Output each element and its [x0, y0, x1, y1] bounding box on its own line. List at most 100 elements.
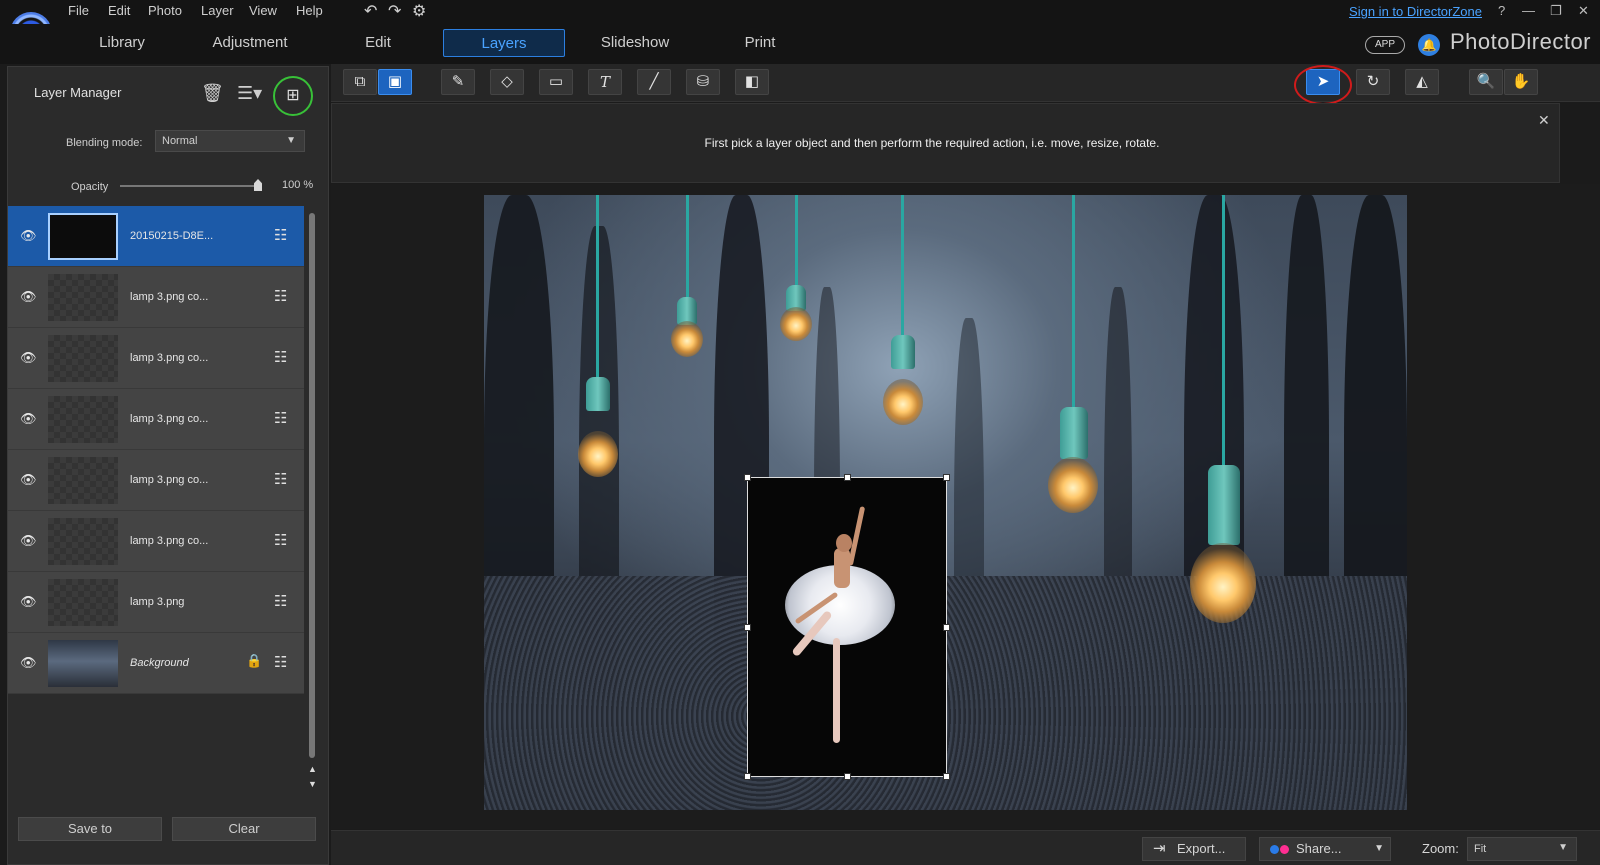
sign-in-link[interactable]: Sign in to DirectorZone [1349, 4, 1482, 19]
close-icon[interactable]: ✕ [1538, 112, 1550, 129]
zoom-select[interactable]: Fit ▼ [1467, 837, 1577, 861]
visibility-eye-icon[interactable]: 👁 [20, 472, 37, 488]
layer-list-scrollbar[interactable] [309, 213, 315, 758]
paint-brush-icon[interactable]: ╱ [637, 69, 671, 95]
share-blue-dot-icon [1270, 845, 1279, 854]
visibility-eye-icon[interactable]: 👁 [20, 411, 37, 427]
brush-pencil-icon[interactable]: ✎ [441, 69, 475, 95]
eraser-icon[interactable]: ◇ [490, 69, 524, 95]
share-label: Share... [1296, 841, 1342, 856]
brand-title: PhotoDirector [1450, 29, 1592, 54]
lock-icon[interactable]: 🔒 [246, 653, 262, 669]
app-badge[interactable]: APP [1365, 36, 1405, 54]
blending-mode-value: Normal [162, 135, 198, 147]
layer-row[interactable]: 👁 lamp 3.png co... ☷ [8, 389, 304, 450]
gradient-icon[interactable]: ◧ [735, 69, 769, 95]
blending-mode-select[interactable]: Normal ▼ [155, 130, 305, 152]
tab-layers[interactable]: Layers [443, 29, 565, 57]
delete-layer-trash-icon[interactable]: 🗑 [201, 83, 224, 104]
layer-settings-icon[interactable]: ☷ [274, 470, 287, 488]
layer-row[interactable]: 👁 lamp 3.png co... ☷ [8, 450, 304, 511]
layer-row[interactable]: 👁 lamp 3.png co... ☷ [8, 267, 304, 328]
resize-handle[interactable] [943, 474, 950, 481]
tab-slideshow[interactable]: Slideshow [585, 29, 685, 57]
help-button[interactable]: ? [1498, 3, 1505, 18]
tab-adjustment[interactable]: Adjustment [200, 29, 300, 57]
close-button[interactable]: ✕ [1578, 3, 1589, 19]
single-photo-view-icon[interactable]: ▣ [378, 69, 412, 95]
layer-thumbnail [48, 457, 118, 504]
rectangle-shape-icon[interactable]: ▭ [539, 69, 573, 95]
visibility-eye-icon[interactable]: 👁 [20, 289, 37, 305]
share-button[interactable]: Share... ▼ [1259, 837, 1391, 861]
opacity-slider-thumb[interactable] [254, 179, 262, 191]
layer-thumbnail [48, 396, 118, 443]
visibility-eye-icon[interactable]: 👁 [20, 594, 37, 610]
redo-icon[interactable]: ↷ [388, 2, 401, 22]
layer-thumbnail [48, 579, 118, 626]
resize-handle[interactable] [744, 474, 751, 481]
layer-settings-icon[interactable]: ☷ [274, 348, 287, 366]
text-tool-icon[interactable]: T [588, 69, 622, 95]
restore-button[interactable]: ❐ [1550, 3, 1562, 19]
resize-handle[interactable] [844, 773, 851, 780]
add-layer-button[interactable]: ⊞ [273, 76, 313, 116]
zoom-magnifier-icon[interactable]: 🔍 [1469, 69, 1503, 95]
layer-row[interactable]: 👁 lamp 3.png co... ☷ [8, 511, 304, 572]
save-to-button[interactable]: Save to [18, 817, 162, 841]
tab-edit[interactable]: Edit [338, 29, 418, 57]
menu-bar: File Edit Photo Layer View Help ↶ ↷ ⚙ Si… [0, 0, 1600, 54]
layer-row[interactable]: 👁 20150215-D8E... ☷ [8, 206, 304, 267]
resize-handle[interactable] [744, 773, 751, 780]
rotate-icon[interactable]: ↻ [1356, 69, 1390, 95]
notification-bell-icon[interactable]: 🔔 [1418, 34, 1440, 56]
menu-file[interactable]: File [68, 3, 89, 18]
chevron-down-icon: ▼ [286, 135, 296, 146]
visibility-eye-icon[interactable]: 👁 [20, 228, 37, 244]
visibility-eye-icon[interactable]: 👁 [20, 655, 37, 671]
clear-button[interactable]: Clear [172, 817, 316, 841]
scroll-down-icon[interactable]: ▼ [308, 779, 317, 789]
layer-settings-icon[interactable]: ☷ [274, 653, 287, 671]
minimize-button[interactable]: — [1522, 3, 1535, 18]
layer-settings-icon[interactable]: ☷ [274, 592, 287, 610]
menu-layer[interactable]: Layer [201, 3, 234, 18]
resize-handle[interactable] [943, 624, 950, 631]
pan-hand-icon[interactable]: ✋ [1504, 69, 1538, 95]
undo-icon[interactable]: ↶ [364, 2, 377, 22]
layer-settings-icon[interactable]: ☷ [274, 531, 287, 549]
chevron-down-icon[interactable]: ▼ [1374, 838, 1384, 860]
visibility-eye-icon[interactable]: 👁 [20, 350, 37, 366]
scroll-up-icon[interactable]: ▲ [308, 764, 317, 774]
settings-gear-icon[interactable]: ⚙ [412, 2, 426, 22]
tab-library[interactable]: Library [82, 29, 162, 57]
resize-handle[interactable] [844, 474, 851, 481]
fill-bucket-icon[interactable]: ⛁ [686, 69, 720, 95]
multi-photo-view-icon[interactable]: ⧉ [343, 69, 377, 95]
menu-help[interactable]: Help [296, 3, 323, 18]
canvas-area [331, 184, 1600, 829]
hint-bar: First pick a layer object and then perfo… [331, 103, 1560, 183]
opacity-value: 100 % [282, 179, 314, 191]
layer-thumbnail [48, 640, 118, 687]
dancer-layer-selection[interactable] [744, 474, 950, 780]
flip-icon[interactable]: ◭ [1405, 69, 1439, 95]
share-pink-dot-icon [1280, 845, 1289, 854]
layer-name: lamp 3.png co... [130, 413, 209, 425]
menu-photo[interactable]: Photo [148, 3, 182, 18]
layer-row[interactable]: 👁 lamp 3.png ☷ [8, 572, 304, 633]
resize-handle[interactable] [744, 624, 751, 631]
tab-print[interactable]: Print [720, 29, 800, 57]
layer-settings-icon[interactable]: ☷ [274, 226, 287, 244]
opacity-slider-track[interactable] [120, 185, 260, 187]
layer-row[interactable]: 👁 lamp 3.png co... ☷ [8, 328, 304, 389]
menu-view[interactable]: View [249, 3, 277, 18]
resize-handle[interactable] [943, 773, 950, 780]
menu-edit[interactable]: Edit [108, 3, 130, 18]
layer-settings-icon[interactable]: ☷ [274, 287, 287, 305]
layer-settings-icon[interactable]: ☷ [274, 409, 287, 427]
visibility-eye-icon[interactable]: 👁 [20, 533, 37, 549]
layer-menu-icon[interactable]: ☰▾ [237, 83, 262, 104]
export-button[interactable]: ⇥ Export... [1142, 837, 1246, 861]
layer-row[interactable]: 👁 Background 🔒 ☷ [8, 633, 304, 694]
